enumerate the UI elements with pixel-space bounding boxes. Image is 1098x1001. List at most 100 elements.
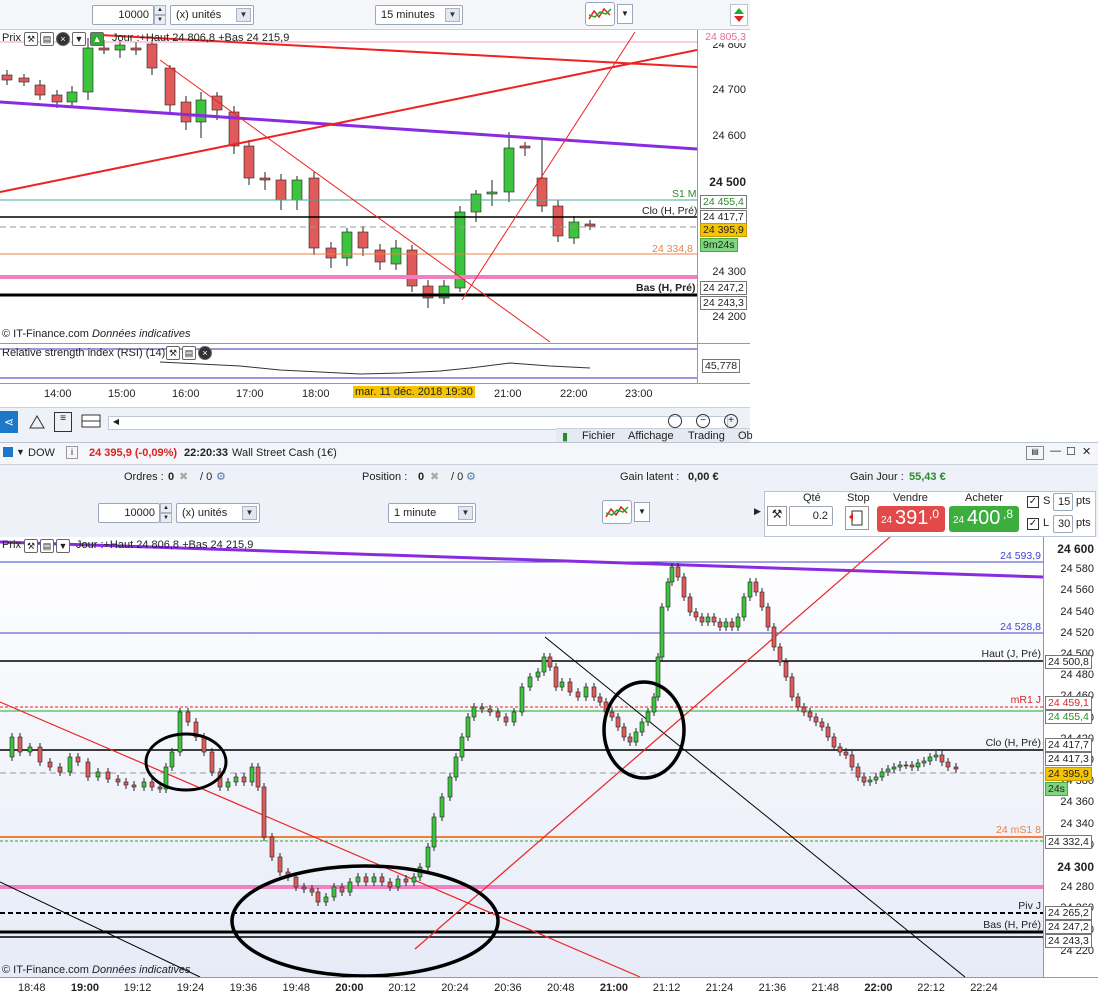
gear-icon[interactable]: ⚙	[466, 470, 476, 483]
candle	[897, 764, 903, 768]
quantity-input[interactable]: 10000	[98, 503, 160, 523]
up-icon[interactable]: ▲	[90, 32, 104, 46]
chart-icon[interactable]: ▤	[40, 539, 54, 553]
bas-tag: 24 247,2	[700, 281, 747, 295]
candle	[301, 886, 307, 890]
candle	[765, 606, 771, 628]
sell-button[interactable]: 24 391 ,0	[877, 506, 945, 532]
candle	[568, 221, 580, 239]
menu-trading[interactable]: Trading	[688, 430, 725, 442]
candle	[169, 751, 175, 768]
instrument-icon[interactable]	[3, 447, 13, 457]
wrench-icon[interactable]: ⚒	[24, 539, 38, 553]
pink-level-tag: 24 805,3	[703, 31, 748, 43]
l-checkbox[interactable]: ✓	[1027, 518, 1039, 530]
info-icon[interactable]: i	[66, 446, 78, 459]
time-tick-label: 22:00	[864, 982, 893, 994]
chart-icon[interactable]: ▤	[40, 32, 54, 46]
zoom-minus-icon[interactable]: −	[696, 414, 710, 428]
indicators-button[interactable]	[602, 500, 632, 524]
close-icon[interactable]: ×	[56, 32, 70, 46]
zoom-out-icon[interactable]	[668, 414, 682, 428]
candle	[331, 886, 337, 898]
s1m-label: S1 M	[672, 188, 697, 200]
scroll-left-icon[interactable]: ◀	[109, 417, 123, 429]
share-icon[interactable]: ⋖	[0, 411, 18, 433]
price-tick-label: 24 480	[1060, 669, 1094, 682]
candle	[261, 786, 267, 838]
indicators-dropdown[interactable]: ▼	[617, 4, 633, 24]
rsi-value: 45,778	[702, 359, 741, 373]
chart-title: Jour :+Haut 24 806,8 +Bas 24 215,9	[112, 32, 290, 44]
price-tick-label: 24 700	[712, 84, 746, 97]
l-input[interactable]: 30	[1053, 515, 1073, 533]
chevron-down-icon[interactable]: ▼	[16, 447, 25, 457]
candle	[27, 746, 33, 753]
quantity-stepper[interactable]: ▲ ▼	[154, 5, 166, 25]
wrench-icon[interactable]: ⚒	[24, 32, 38, 46]
collapse-icon[interactable]: ▶	[754, 506, 761, 517]
down-icon[interactable]: ▼	[72, 32, 86, 46]
chart-icon[interactable]: ▤	[182, 346, 196, 360]
close-icon[interactable]: ×	[198, 346, 212, 360]
drawing-tools-icon[interactable]	[28, 412, 46, 432]
candle	[885, 768, 891, 773]
gear-icon[interactable]: ⚙	[216, 470, 226, 483]
close-icon[interactable]: ✕	[1082, 445, 1091, 458]
indicators-icon	[588, 7, 612, 20]
candle	[591, 686, 597, 698]
rsi-panel[interactable]: Relative strength index (RSI) (14) ⚒ ▤ ×	[0, 343, 697, 383]
unit-select[interactable]: (x) unités ▼	[170, 5, 254, 25]
trade-arrows-icon[interactable]	[730, 4, 748, 26]
menu-fichier[interactable]: Fichier	[582, 430, 615, 442]
candle	[249, 766, 255, 783]
candle	[355, 876, 361, 883]
s-checkbox[interactable]: ✓	[1027, 496, 1039, 508]
instrument-full-name: Wall Street Cash (1€)	[232, 447, 337, 459]
candle	[699, 616, 705, 623]
calculator-icon[interactable]: ≡	[54, 412, 72, 432]
layout-icon[interactable]: ▤	[1026, 446, 1044, 460]
cancel-icon[interactable]: ✖	[430, 470, 439, 483]
minimize-icon[interactable]: —	[1050, 445, 1061, 457]
interval-select[interactable]: 15 minutes ▼	[375, 5, 463, 25]
wrench-icon[interactable]: ⚒	[166, 346, 180, 360]
interval-select[interactable]: 1 minute ▼	[388, 503, 476, 523]
indicators-button[interactable]	[585, 2, 615, 26]
qte-input[interactable]: 0.2	[789, 506, 833, 526]
candle	[825, 726, 831, 738]
quantity-input[interactable]: 10000	[92, 5, 154, 25]
s-input[interactable]: 15	[1053, 493, 1073, 511]
top-price-plot[interactable]: Prix ⚒ ▤ × ▼ ▲ Jour :+Haut 24 806,8 +Bas…	[0, 30, 697, 343]
menu-affichage[interactable]: Affichage	[628, 430, 674, 442]
candle	[547, 656, 553, 668]
candle	[655, 656, 661, 698]
candle	[98, 47, 110, 51]
quantity-stepper[interactable]: ▲ ▼	[160, 503, 172, 523]
gain-latent-label: Gain latent :	[620, 471, 680, 483]
candle	[759, 591, 765, 608]
bottom-price-plot[interactable]: Prix ⚒ ▤ ▼ Jour :+Haut 24 806,8 +Bas 24 …	[0, 537, 1043, 977]
price-tick-label: 24 500	[709, 174, 746, 189]
indicators-dropdown[interactable]: ▼	[634, 502, 650, 522]
candle	[741, 596, 747, 618]
stop-icon[interactable]	[845, 506, 869, 530]
menu-other[interactable]: Ob	[738, 430, 753, 442]
candle	[411, 876, 417, 883]
cancel-icon[interactable]: ✖	[179, 470, 188, 483]
wrench-icon[interactable]: ⚒	[767, 506, 787, 526]
instrument-name[interactable]: DOW	[28, 447, 55, 459]
candle	[67, 756, 73, 773]
table-icon[interactable]	[80, 412, 102, 430]
candle	[243, 145, 255, 179]
candle	[527, 676, 533, 688]
buy-button[interactable]: 24 400 ,8	[949, 506, 1019, 532]
sell-price-decimal: ,0	[929, 507, 940, 521]
down-icon[interactable]: ▼	[56, 539, 70, 553]
maximize-icon[interactable]: ☐	[1066, 445, 1076, 458]
unit-select[interactable]: (x) unités ▼	[176, 503, 260, 523]
candle	[357, 231, 369, 249]
zoom-plus-icon[interactable]: +	[724, 414, 738, 428]
candle	[639, 721, 645, 733]
time-tick-label: 20:36	[494, 982, 522, 994]
